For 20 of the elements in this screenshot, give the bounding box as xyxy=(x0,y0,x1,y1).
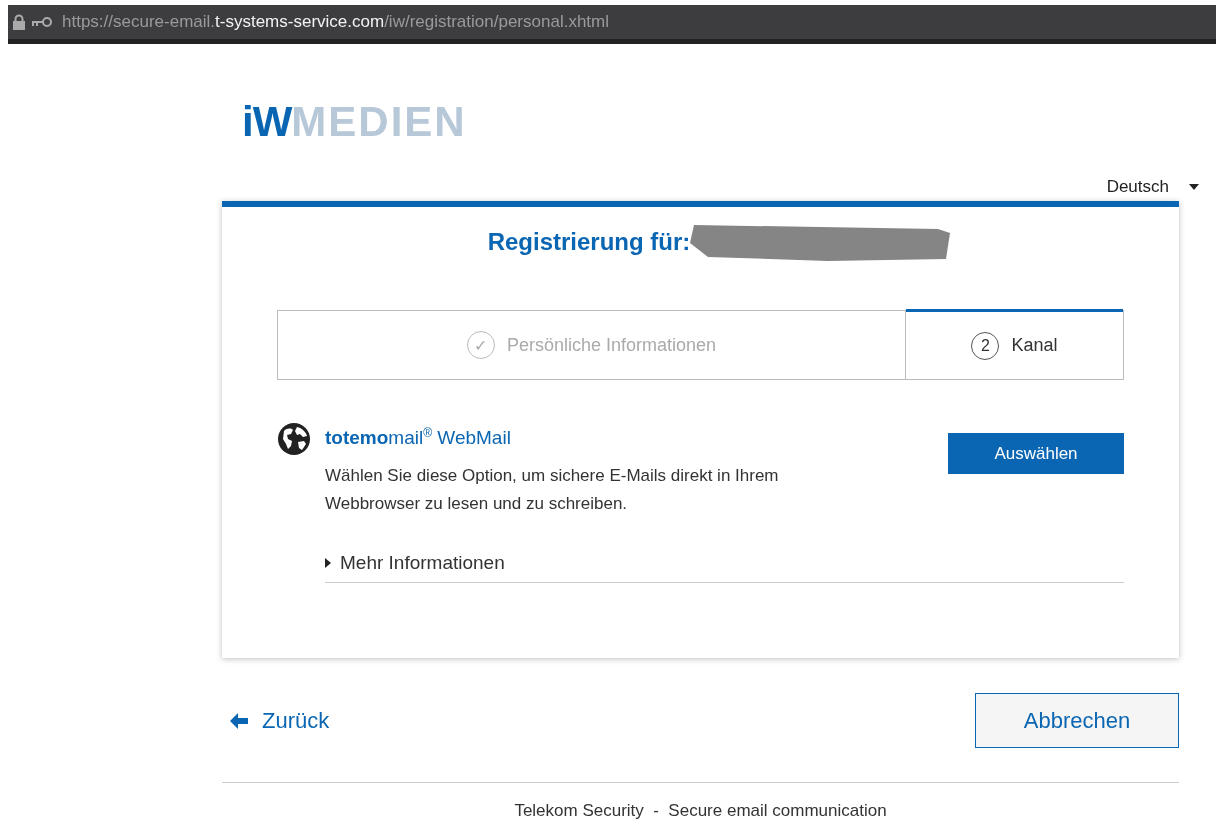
back-label: Zurück xyxy=(262,707,330,734)
key-icon xyxy=(32,16,52,28)
option-title: totemomail$^{®}$ WebMail xyxy=(325,426,511,450)
cancel-button[interactable]: Abbrechen xyxy=(975,693,1179,748)
url-text: https://secure-email.t-systems-service.com/iw/registration/personal.xhtml xyxy=(62,12,609,32)
address-bar[interactable]: https://secure-email.t-systems-service.com/iw/registration/personal.xhtml xyxy=(8,5,1216,44)
select-button[interactable]: Auswählen xyxy=(948,433,1124,474)
caret-icon xyxy=(325,558,331,568)
arrow-left-icon xyxy=(230,712,248,729)
footer-text: Telekom Security - Secure email communication xyxy=(222,782,1179,821)
step-tab[interactable]: 2 Kanal xyxy=(906,309,1123,379)
caret-icon xyxy=(1189,184,1199,190)
globe-icon xyxy=(277,422,311,456)
lock-icon xyxy=(12,14,26,30)
option-description: Wählen Sie diese Option, um sichere E-Mails direkt in Ihrem Webbrowser zu lesen und zu schreiben. xyxy=(325,465,780,515)
back-link[interactable]: Zurück xyxy=(222,707,330,734)
language-dropdown[interactable]: Deutsch xyxy=(1106,176,1199,198)
logo: iWMEDIEN xyxy=(242,101,467,143)
page-title: Registrierung für: xyxy=(487,228,691,256)
more-info-toggle[interactable]: Mehr Informationen xyxy=(325,552,1124,583)
